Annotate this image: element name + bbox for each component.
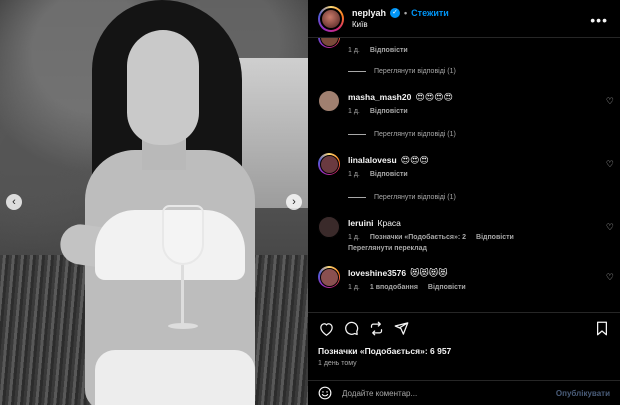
comment-text: Краса <box>377 218 401 228</box>
commenter-username[interactable]: loveshine3576 <box>348 268 406 278</box>
view-replies-button[interactable]: Переглянути відповіді (1) <box>348 68 456 75</box>
reply-button[interactable]: Відповісти <box>370 108 408 115</box>
comment-text: 😻😻😻😻 <box>410 268 448 278</box>
more-options-icon[interactable]: ••• <box>590 12 608 28</box>
heart-icon[interactable] <box>318 321 334 337</box>
photo-lingerie-bottom <box>95 350 255 405</box>
commenter-username[interactable]: masha_mash20 <box>348 92 411 102</box>
like-comment-heart-icon[interactable]: ♡ <box>606 272 614 283</box>
comment-time: 1 д. <box>348 47 360 54</box>
wine-glass <box>162 205 204 330</box>
comment-time: 1 д. <box>348 234 360 241</box>
like-comment-heart-icon[interactable]: ♡ <box>606 159 614 170</box>
commenter-avatar[interactable] <box>318 266 340 288</box>
verified-badge-icon: ✓ <box>390 8 401 18</box>
reply-button[interactable]: Відповісти <box>476 234 514 241</box>
commenter-avatar[interactable] <box>318 216 340 238</box>
reply-button[interactable]: Відповісти <box>370 171 408 178</box>
comment-likes-count[interactable]: Позначки «Подобається»: 2 <box>370 234 466 241</box>
post-photo[interactable]: ‹ › <box>0 0 308 405</box>
author-username[interactable]: neplyah <box>352 8 386 18</box>
commenter-avatar[interactable] <box>318 38 340 48</box>
post-side-panel: neplyah ✓ • Стежити Київ ••• 1 д. Відпов… <box>308 0 620 405</box>
repost-icon[interactable] <box>368 321 384 337</box>
commenter-username[interactable]: leruini <box>348 218 374 228</box>
previous-photo-button[interactable]: ‹ <box>6 194 22 210</box>
view-replies-button[interactable]: Переглянути відповіді (1) <box>348 194 456 201</box>
commenter-avatar[interactable] <box>318 90 340 112</box>
post-likes-count[interactable]: Позначки «Подобається»: 6 957 <box>318 346 451 356</box>
comment-time: 1 д. <box>348 284 360 291</box>
commenter-avatar[interactable] <box>318 153 340 175</box>
post-timestamp[interactable]: 1 день тому <box>318 360 357 367</box>
comment-time: 1 д. <box>348 171 360 178</box>
comments-list[interactable]: 1 д. Відповісти Переглянути відповіді (1… <box>308 38 620 310</box>
chevron-right-icon: › <box>292 196 296 208</box>
comment-input[interactable] <box>342 388 556 398</box>
next-photo-button[interactable]: › <box>286 194 302 210</box>
follow-button[interactable]: Стежити <box>411 8 449 18</box>
post-actions-bar <box>308 312 620 344</box>
like-comment-heart-icon[interactable]: ♡ <box>606 222 614 233</box>
send-icon[interactable] <box>393 321 409 337</box>
post-location[interactable]: Київ <box>352 20 449 29</box>
view-replies-button[interactable]: Переглянути відповіді (1) <box>348 131 456 138</box>
bookmark-icon[interactable] <box>594 321 610 337</box>
like-comment-heart-icon[interactable]: ♡ <box>606 96 614 107</box>
separator-dot: • <box>404 8 408 18</box>
comment-likes-count[interactable]: 1 вподобання <box>370 284 418 291</box>
publish-button[interactable]: Опублікувати <box>556 389 610 398</box>
post-header: neplyah ✓ • Стежити Київ ••• <box>308 0 620 38</box>
commenter-username[interactable]: linalalovesu <box>348 155 397 165</box>
comment-composer: Опублікувати <box>308 380 620 405</box>
reply-button[interactable]: Відповісти <box>428 284 466 291</box>
comment-text: 😍😍😍😍 <box>415 92 453 102</box>
smile-icon[interactable] <box>318 386 332 400</box>
chevron-left-icon: ‹ <box>12 196 16 208</box>
photo-face <box>127 30 199 145</box>
comment-text: 😍😍😍 <box>400 155 429 165</box>
reply-button[interactable]: Відповісти <box>370 47 408 54</box>
comment-icon[interactable] <box>343 321 359 337</box>
comment-time: 1 д. <box>348 108 360 115</box>
see-translation-link[interactable]: Переглянути переклад <box>348 245 427 252</box>
author-avatar[interactable] <box>318 5 344 32</box>
